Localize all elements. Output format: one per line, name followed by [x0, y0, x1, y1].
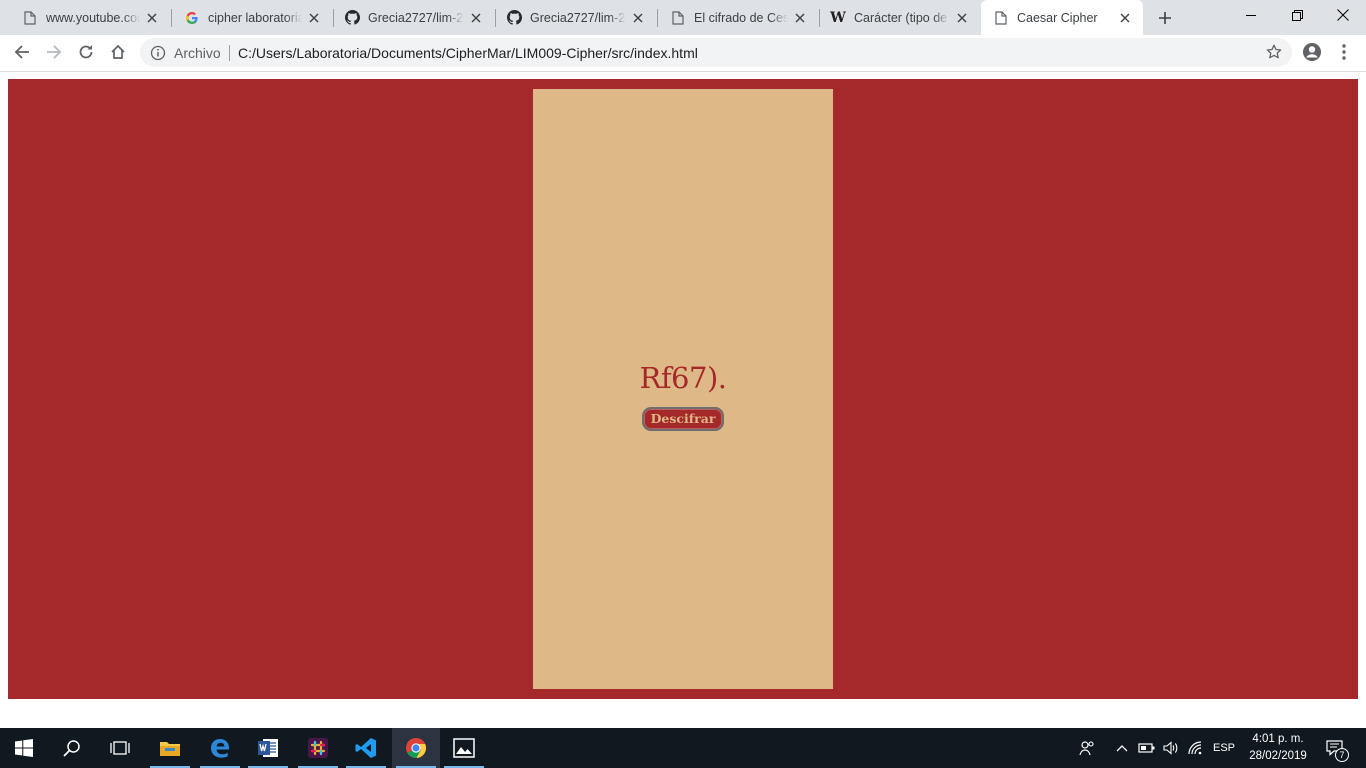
- star-icon[interactable]: [1266, 44, 1282, 60]
- info-icon[interactable]: [150, 45, 166, 61]
- restore-icon: [1291, 9, 1303, 21]
- home-icon: [111, 44, 125, 59]
- cipher-result-text: Rf67).: [639, 361, 727, 395]
- tab-title: Grecia2727/lim-20: [368, 10, 464, 25]
- action-center-button[interactable]: 7: [1320, 728, 1350, 768]
- people-button[interactable]: [1076, 728, 1098, 768]
- task-view-button[interactable]: [96, 728, 144, 768]
- file-explorer-button[interactable]: [146, 728, 194, 768]
- vscode-button[interactable]: [342, 728, 390, 768]
- arrow-left-icon: [14, 45, 29, 59]
- address-bar[interactable]: Archivo C:/Users/Laboratoria/Documents/C…: [140, 38, 1292, 67]
- cipher-card: Rf67). Descifrar: [533, 89, 833, 689]
- decipher-button[interactable]: Descifrar: [641, 407, 725, 431]
- search-icon: [63, 740, 80, 757]
- edge-icon: [211, 739, 229, 758]
- tab-wikipedia[interactable]: W Carácter (tipo de d: [820, 0, 980, 35]
- arrow-right-icon: [47, 45, 62, 59]
- tab-strip: www.youtube.com cipher laboratoria Greci…: [0, 0, 1366, 35]
- file-explorer-icon: [160, 742, 180, 756]
- google-icon: [184, 10, 200, 26]
- tab-title: www.youtube.com: [46, 10, 140, 25]
- chrome-icon: [406, 737, 426, 759]
- task-view-icon: [110, 741, 130, 755]
- close-tab-icon[interactable]: [306, 10, 322, 26]
- tab-title: Caesar Cipher: [1017, 10, 1098, 25]
- github-icon: [506, 10, 522, 26]
- chrome-button[interactable]: [392, 728, 440, 768]
- tab-cifrado-cesar[interactable]: El cifrado de Cesar: [658, 0, 818, 35]
- tab-title: Carácter (tipo de d: [854, 10, 950, 25]
- document-icon: [670, 10, 686, 26]
- search-button[interactable]: [48, 728, 96, 768]
- tab-youtube[interactable]: www.youtube.com: [0, 0, 170, 35]
- slack-button[interactable]: [294, 728, 342, 768]
- close-icon: [1337, 9, 1349, 21]
- omnibox-divider: [229, 45, 230, 61]
- notification-count-badge: 7: [1335, 748, 1349, 762]
- battery-button[interactable]: [1136, 728, 1158, 768]
- reload-button[interactable]: [72, 38, 100, 66]
- vscode-icon: [355, 738, 376, 758]
- tab-caesar-cipher[interactable]: Caesar Cipher: [981, 0, 1143, 35]
- show-hidden-icons-button[interactable]: [1112, 728, 1132, 768]
- clock[interactable]: 4:01 p. m. 28/02/2019: [1244, 731, 1312, 765]
- tab-title: Grecia2727/lim-20: [530, 10, 626, 25]
- page-background: Rf67). Descifrar: [8, 79, 1358, 699]
- clock-time: 4:01 p. m.: [1252, 733, 1304, 745]
- security-label: Archivo: [174, 45, 221, 61]
- battery-icon: [1138, 743, 1155, 753]
- browser-toolbar: Archivo C:/Users/Laboratoria/Documents/C…: [0, 35, 1366, 70]
- chevron-up-icon: [1116, 745, 1128, 752]
- close-tab-icon[interactable]: [1117, 10, 1133, 26]
- reload-icon: [79, 45, 93, 59]
- word-button[interactable]: [244, 728, 292, 768]
- close-tab-icon[interactable]: [468, 10, 484, 26]
- page-viewport: Rf67). Descifrar: [0, 72, 1366, 728]
- people-icon: [1079, 741, 1094, 756]
- document-icon: [22, 10, 38, 26]
- network-button[interactable]: [1184, 728, 1208, 768]
- minimize-icon: [1245, 14, 1256, 16]
- more-vert-icon: [1342, 44, 1346, 60]
- volume-button[interactable]: [1160, 728, 1182, 768]
- tab-github-1[interactable]: Grecia2727/lim-20: [334, 0, 494, 35]
- home-button[interactable]: [104, 38, 132, 66]
- volume-icon: [1163, 741, 1178, 755]
- close-tab-icon[interactable]: [630, 10, 646, 26]
- plus-icon: [1159, 12, 1171, 24]
- tab-title: cipher laboratoria: [208, 10, 302, 25]
- restore-button[interactable]: [1274, 0, 1320, 30]
- close-tab-icon[interactable]: [954, 10, 970, 26]
- close-window-button[interactable]: [1320, 0, 1366, 30]
- start-button[interactable]: [0, 728, 48, 768]
- tab-github-2[interactable]: Grecia2727/lim-20: [496, 0, 656, 35]
- photos-icon: [453, 738, 475, 758]
- account-icon: [1303, 43, 1321, 61]
- back-button[interactable]: [8, 38, 36, 66]
- edge-button[interactable]: [196, 728, 244, 768]
- tab-title: El cifrado de Cesar: [694, 10, 788, 25]
- close-tab-icon[interactable]: [792, 10, 808, 26]
- wifi-icon: [1188, 741, 1202, 755]
- wikipedia-icon: W: [830, 9, 846, 26]
- minimize-button[interactable]: [1228, 0, 1274, 30]
- document-icon: [993, 10, 1009, 26]
- clock-date: 28/02/2019: [1249, 750, 1307, 762]
- language-indicator: ESP: [1212, 742, 1235, 754]
- url-text[interactable]: C:/Users/Laboratoria/Documents/CipherMar…: [238, 45, 698, 61]
- windows-taskbar: ESP 4:01 p. m. 28/02/2019 7: [0, 728, 1366, 768]
- close-tab-icon[interactable]: [144, 10, 160, 26]
- github-icon: [344, 10, 360, 26]
- forward-button[interactable]: [40, 38, 68, 66]
- photos-button[interactable]: [440, 728, 488, 768]
- new-tab-button[interactable]: [1153, 6, 1177, 30]
- word-icon: [258, 739, 278, 757]
- tab-google-search[interactable]: cipher laboratoria: [172, 0, 332, 35]
- slack-icon: [308, 738, 328, 758]
- input-language-button[interactable]: ESP: [1210, 728, 1238, 768]
- profile-button[interactable]: [1298, 38, 1326, 66]
- windows-logo-icon: [15, 739, 33, 757]
- menu-button[interactable]: [1330, 38, 1358, 66]
